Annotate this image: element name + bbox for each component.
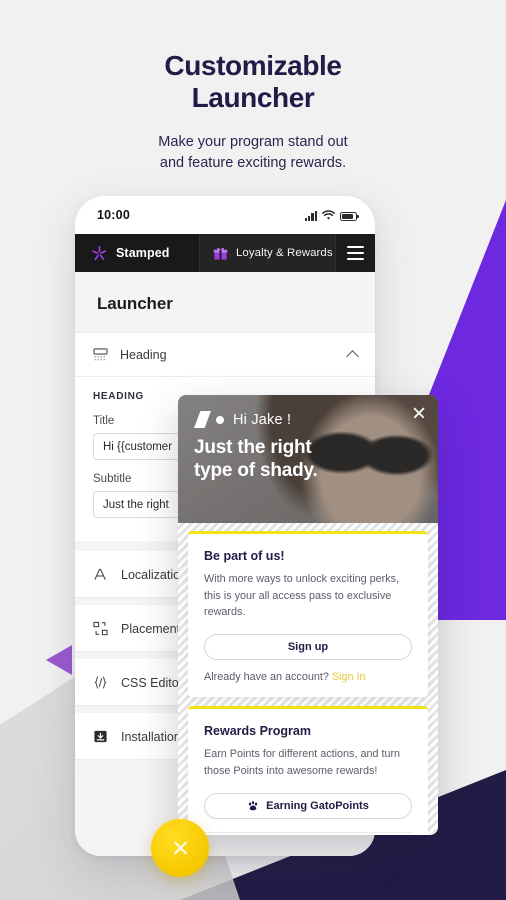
popup-hero-banner: Hi Jake ! Just the right type of shady.	[178, 395, 438, 523]
card-title: Be part of us!	[204, 549, 285, 563]
page-root: Customizable Launcher Make your program …	[0, 0, 506, 900]
sign-up-button[interactable]: Sign up	[204, 634, 412, 661]
hero-headline: Just the right type of shady.	[194, 437, 422, 483]
decorative-purple-triangle-left	[46, 645, 72, 675]
brand-logo-area[interactable]: Stamped	[75, 234, 199, 272]
translate-icon	[94, 568, 106, 580]
nav-loyalty-rewards[interactable]: Loyalty & Rewards	[199, 234, 335, 272]
card-text: Earn Points for different actions, and t…	[204, 748, 401, 777]
battery-icon	[340, 211, 360, 221]
launcher-fab-close-button[interactable]	[151, 819, 209, 877]
hero-headline-line-2: type of shady.	[194, 459, 318, 481]
gato-slash-logo-icon	[194, 411, 224, 428]
accordion-heading-row[interactable]: Heading	[75, 332, 375, 377]
status-icons	[304, 209, 360, 221]
chevron-up-icon[interactable]	[348, 349, 359, 360]
page-headline: Customizable Launcher Make your program …	[0, 50, 506, 174]
phone-notch	[171, 196, 279, 216]
headline-line-1: Customizable	[164, 50, 342, 81]
card-title: Rewards Program	[204, 724, 311, 739]
headline-title: Customizable Launcher	[0, 50, 506, 115]
nav-loyalty-label: Loyalty & Rewards	[236, 247, 333, 259]
headline-line-2: Launcher	[191, 82, 315, 114]
paw-points-icon	[249, 800, 258, 810]
card-rewards-program: Rewards Program Earn Points for differen…	[188, 706, 428, 835]
signal-icon	[304, 210, 317, 221]
menu-item-label: Installation	[121, 729, 181, 744]
install-download-icon	[94, 730, 107, 743]
menu-item-label: Placement	[121, 621, 181, 636]
subtitle-line-1: Make your program stand out	[158, 133, 348, 150]
subtitle-line-2: and feature exciting rewards.	[159, 154, 347, 171]
wifi-icon	[322, 209, 335, 220]
page-title: Launcher	[97, 294, 173, 313]
status-bar: 10:00	[75, 196, 375, 234]
brand-name: Stamped	[116, 246, 170, 260]
gift-icon	[213, 247, 228, 260]
card-text: With more ways to unlock exciting perks,…	[204, 573, 400, 619]
existing-account-text: Already have an account?	[204, 671, 329, 684]
headline-subtitle: Make your program stand out and feature …	[0, 132, 506, 174]
stamped-star-icon	[92, 245, 107, 260]
card-divider	[204, 831, 412, 833]
sign-in-link[interactable]: Sign In	[332, 671, 366, 683]
hero-greeting-row: Hi Jake !	[194, 411, 422, 428]
placement-icon	[93, 621, 108, 636]
card-footer: Already have an account? Sign In	[204, 671, 412, 683]
code-braces-icon	[94, 676, 107, 689]
card-be-part-of-us: Be part of us! With more ways to unlock …	[188, 531, 428, 698]
popup-body: Be part of us! With more ways to unlock …	[178, 523, 438, 835]
earning-gatopoints-button[interactable]: Earning GatoPoints	[204, 792, 412, 819]
earning-gatopoints-label: Earning GatoPoints	[266, 799, 369, 812]
launcher-popup: Hi Jake ! Just the right type of shady. …	[178, 395, 438, 835]
app-nav-bar: Stamped Loyalty & Rewards	[75, 234, 375, 272]
menu-item-label: CSS Editor	[121, 675, 183, 690]
hero-greeting-text: Hi Jake !	[233, 411, 292, 428]
layout-heading-icon	[93, 348, 108, 361]
accordion-heading-label: Heading	[120, 347, 167, 362]
status-time: 10:00	[97, 208, 130, 222]
hero-content: Hi Jake ! Just the right type of shady.	[194, 411, 422, 483]
hamburger-menu-icon[interactable]	[335, 234, 375, 272]
hero-headline-line-1: Just the right	[194, 437, 312, 458]
